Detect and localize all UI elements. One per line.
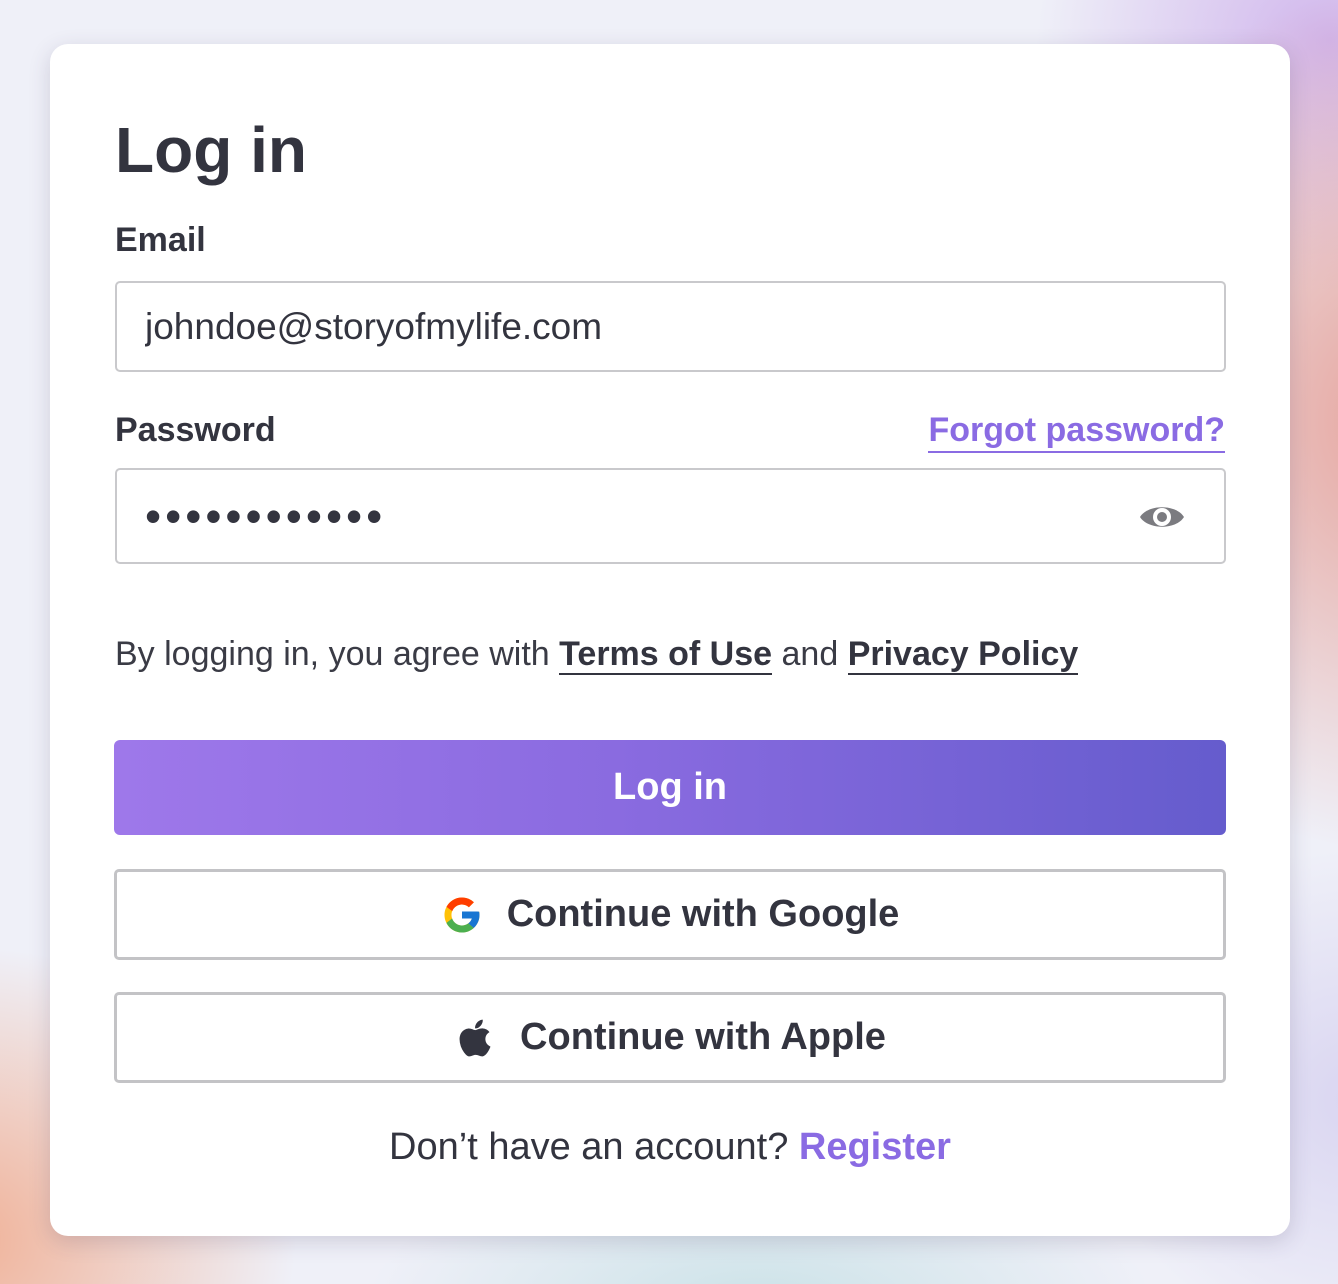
google-icon xyxy=(444,897,480,932)
apple-icon xyxy=(459,1019,491,1056)
privacy-policy-link[interactable]: Privacy Policy xyxy=(847,635,1079,675)
google-button-label: Continue with Google xyxy=(506,893,900,935)
apple-button-label: Continue with Apple xyxy=(520,1016,886,1058)
terms-of-use-link[interactable]: Terms of Use xyxy=(559,635,773,675)
login-card: Log in Email Password Forgot password? B… xyxy=(50,44,1290,1236)
terms-notice: By logging in, you agree with Terms of U… xyxy=(115,632,1079,676)
password-label: Password xyxy=(115,411,276,449)
google-login-button[interactable]: Continue with Google xyxy=(114,869,1226,960)
email-field[interactable] xyxy=(145,283,1105,370)
register-prompt: Don’t have an account? Register xyxy=(50,1124,1290,1170)
email-field-box[interactable] xyxy=(115,281,1226,372)
terms-prefix: By logging in, you agree with xyxy=(115,635,560,673)
login-button[interactable]: Log in xyxy=(114,740,1226,835)
eye-icon[interactable] xyxy=(1138,498,1186,536)
password-field-box[interactable] xyxy=(115,468,1226,564)
register-prompt-text: Don’t have an account? xyxy=(389,1126,799,1168)
terms-and: and xyxy=(772,635,848,673)
page-title: Log in xyxy=(115,114,307,186)
password-field[interactable] xyxy=(145,470,1105,562)
register-link[interactable]: Register xyxy=(799,1126,951,1168)
apple-login-button[interactable]: Continue with Apple xyxy=(114,992,1226,1083)
email-label: Email xyxy=(115,221,206,259)
forgot-password-link[interactable]: Forgot password? xyxy=(928,410,1225,453)
